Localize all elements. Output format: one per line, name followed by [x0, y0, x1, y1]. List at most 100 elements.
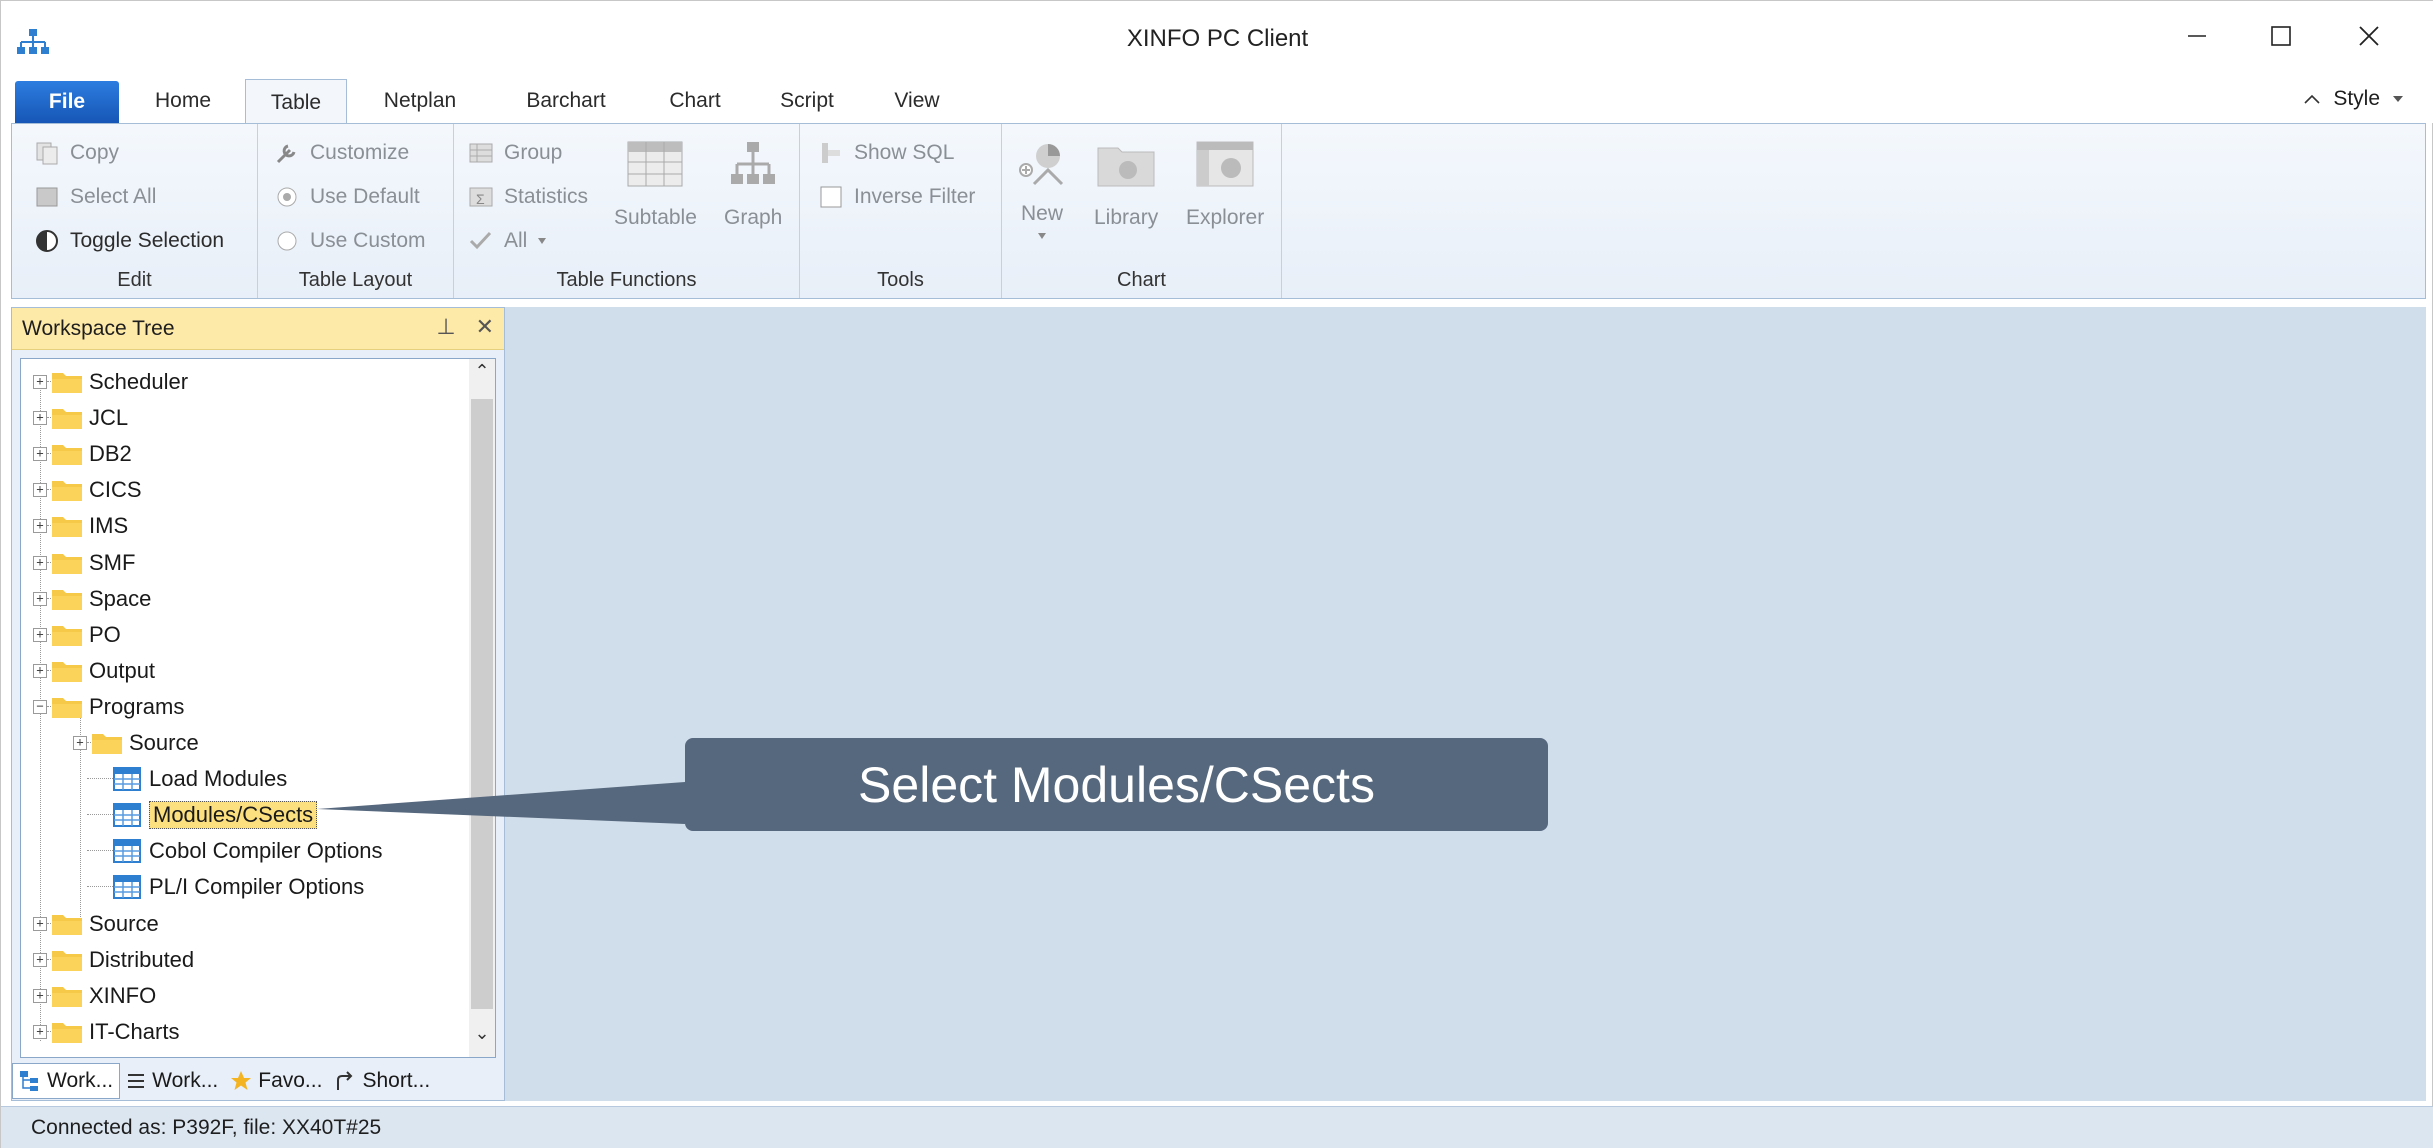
- expand-icon[interactable]: +: [33, 519, 47, 533]
- panel-bottom-tabs: Work... Work... Favo... Short...: [12, 1062, 504, 1100]
- expand-icon[interactable]: +: [33, 411, 47, 425]
- callout-pointer: [317, 782, 685, 824]
- close-button[interactable]: [2335, 11, 2403, 61]
- tab-home[interactable]: Home: [133, 79, 233, 123]
- use-custom-radio[interactable]: Use Custom: [274, 228, 426, 254]
- expand-icon[interactable]: +: [33, 592, 47, 606]
- inverse-filter-checkbox[interactable]: Inverse Filter: [818, 184, 975, 210]
- tree-item[interactable]: + JCL: [21, 401, 451, 435]
- tree-item-label: Load Modules: [149, 766, 288, 791]
- folder-icon: [51, 442, 83, 466]
- tree-item[interactable]: + SMF: [21, 546, 451, 580]
- tab-file[interactable]: File: [15, 81, 119, 123]
- tree-item[interactable]: + Source: [21, 726, 451, 760]
- explorer-button[interactable]: Explorer: [1186, 140, 1264, 230]
- tab-chart[interactable]: Chart: [651, 79, 739, 123]
- select-all-icon: [36, 187, 58, 207]
- status-bar: Connected as: P392F, file: XX40T#25: [1, 1106, 2433, 1148]
- all-dropdown[interactable]: All: [468, 228, 547, 254]
- scroll-thumb[interactable]: [471, 399, 493, 1009]
- tree-item[interactable]: + DB2: [21, 437, 451, 471]
- tree-content: + Scheduler + JCL + DB2 + CICS + IMS + SMF + Space + PO…: [21, 359, 471, 1057]
- expand-icon[interactable]: +: [33, 953, 47, 967]
- maximize-button[interactable]: [2247, 11, 2315, 61]
- tree-item[interactable]: + Source: [21, 907, 451, 941]
- tree-item[interactable]: + CICS: [21, 473, 451, 507]
- tree-item[interactable]: Cobol Compiler Options: [21, 834, 451, 868]
- graph-button[interactable]: Graph: [724, 140, 782, 230]
- tree-item-label: Source: [89, 911, 159, 936]
- group-icon: [469, 143, 493, 163]
- tree-item[interactable]: − Programs: [21, 690, 451, 724]
- bottom-tab-favorites[interactable]: Favo...: [224, 1063, 328, 1099]
- tree-item[interactable]: + IMS: [21, 509, 451, 543]
- tree-item[interactable]: + Output: [21, 654, 451, 688]
- minimize-icon: [2188, 35, 2206, 37]
- scroll-up-icon[interactable]: ⌃: [469, 361, 495, 391]
- subtable-button[interactable]: Subtable: [614, 140, 697, 230]
- tree-item[interactable]: PL/I Compiler Options: [21, 870, 451, 904]
- bottom-tab-shortcuts[interactable]: Short...: [328, 1063, 436, 1099]
- expand-icon[interactable]: +: [33, 989, 47, 1003]
- tab-view[interactable]: View: [877, 79, 957, 123]
- toggle-icon: [36, 230, 58, 252]
- new-chart-button[interactable]: New: [1018, 140, 1066, 240]
- minimize-button[interactable]: [2163, 11, 2231, 61]
- pin-icon[interactable]: ⊥: [436, 314, 455, 340]
- expand-icon[interactable]: +: [33, 483, 47, 497]
- panel-close-icon[interactable]: ✕: [476, 314, 494, 340]
- folder-icon: [51, 659, 83, 683]
- expand-icon[interactable]: +: [33, 447, 47, 461]
- group-label-tools: Tools: [877, 269, 924, 291]
- copy-button[interactable]: Copy: [34, 140, 119, 166]
- group-label-chart: Chart: [1117, 269, 1166, 291]
- tree-item[interactable]: + Space: [21, 582, 451, 616]
- tab-table[interactable]: Table: [245, 79, 347, 125]
- wrench-icon: [276, 144, 296, 164]
- tree-item[interactable]: + Distributed: [21, 943, 451, 977]
- tree-item[interactable]: + XINFO: [21, 979, 451, 1013]
- library-button[interactable]: Library: [1094, 140, 1158, 230]
- tree-item-label: Source: [129, 730, 199, 755]
- expand-icon[interactable]: +: [73, 736, 87, 750]
- tab-barchart[interactable]: Barchart: [507, 79, 625, 123]
- bottom-tab-workspace-tree[interactable]: Work...: [12, 1063, 121, 1099]
- folder-icon: [51, 695, 83, 719]
- tree-item-label: JCL: [89, 405, 129, 430]
- tab-script[interactable]: Script: [765, 79, 849, 123]
- expand-icon[interactable]: +: [33, 664, 47, 678]
- style-label: Style: [2333, 87, 2380, 110]
- tree-item-label: IT-Charts: [89, 1019, 180, 1044]
- tree-scrollbar[interactable]: ⌃ ⌄: [469, 359, 495, 1057]
- explorer-icon: [1196, 141, 1254, 187]
- expand-icon[interactable]: +: [33, 1025, 47, 1039]
- tree-item[interactable]: + Scheduler: [21, 365, 451, 399]
- show-sql-button[interactable]: Show SQL: [818, 140, 954, 166]
- tree-item-label: XINFO: [89, 983, 157, 1008]
- show-sql-label: Show SQL: [854, 141, 955, 164]
- expand-icon[interactable]: +: [33, 556, 47, 570]
- expand-icon[interactable]: +: [33, 628, 47, 642]
- toggle-selection-button[interactable]: Toggle Selection: [34, 228, 224, 254]
- select-all-button[interactable]: Select All: [34, 184, 156, 210]
- tree-view[interactable]: + Scheduler + JCL + DB2 + CICS + IMS + SMF + Space + PO…: [20, 358, 496, 1058]
- tree-item[interactable]: + IT-Charts: [21, 1015, 451, 1049]
- group-label-edit: Edit: [117, 269, 152, 291]
- collapse-icon[interactable]: −: [33, 700, 47, 714]
- statistics-button[interactable]: Σ Statistics: [468, 184, 588, 210]
- customize-button[interactable]: Customize: [274, 140, 409, 166]
- group-button[interactable]: Group: [468, 140, 562, 166]
- folder-icon: [51, 984, 83, 1008]
- tree-item[interactable]: + PO: [21, 618, 451, 652]
- expand-icon[interactable]: +: [33, 375, 47, 389]
- tree-item-label: Output: [89, 658, 156, 683]
- sql-icon: [822, 143, 840, 163]
- expand-icon[interactable]: +: [33, 917, 47, 931]
- new-chart-icon: [1019, 144, 1064, 186]
- bottom-tab-work-list[interactable]: Work...: [120, 1063, 224, 1099]
- style-menu[interactable]: Style: [2303, 87, 2404, 111]
- use-default-radio[interactable]: Use Default: [274, 184, 420, 210]
- scroll-down-icon[interactable]: ⌄: [469, 1023, 495, 1053]
- title-bar: XINFO PC Client: [1, 1, 2433, 79]
- tab-netplan[interactable]: Netplan: [365, 79, 475, 123]
